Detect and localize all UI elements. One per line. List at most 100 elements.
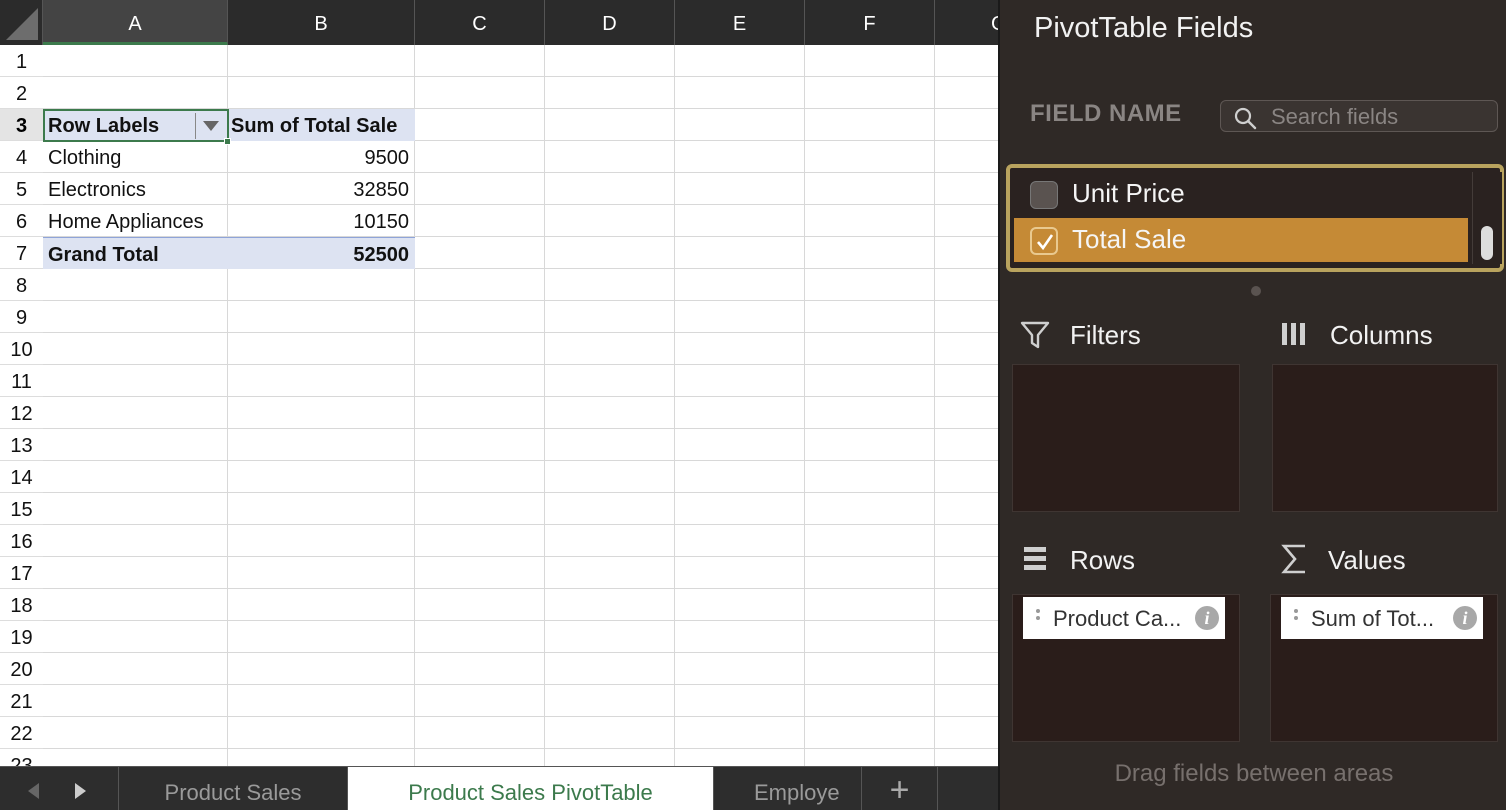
row-header[interactable]: 11 <box>0 365 43 397</box>
rows-icon <box>1024 547 1046 570</box>
tab-scroll-left-button[interactable] <box>22 779 46 803</box>
grid-row-line <box>43 588 998 589</box>
worksheet: A B C D E F G 12345678910111213141516171… <box>0 0 998 766</box>
row-header[interactable]: 3 <box>0 109 43 141</box>
column-header-c[interactable]: C <box>415 0 545 45</box>
row-header[interactable]: 18 <box>0 589 43 621</box>
field-label: Total Sale <box>1072 224 1187 254</box>
tab-product-sales-pivottable[interactable]: Product Sales PivotTable <box>348 767 714 810</box>
field-item-unit-price[interactable]: Unit Price <box>1014 172 1468 216</box>
values-field-pill[interactable]: Sum of Tot... i <box>1281 597 1483 639</box>
tab-product-sales[interactable]: Product Sales <box>118 767 348 810</box>
column-header-f[interactable]: F <box>805 0 935 45</box>
row-header[interactable]: 5 <box>0 173 43 205</box>
add-sheet-button[interactable]: + <box>862 767 938 810</box>
select-all-corner[interactable] <box>0 0 43 45</box>
pivot-grand-total-value[interactable]: 52500 <box>228 237 415 269</box>
pivot-row-label[interactable]: Electronics <box>43 173 228 205</box>
row-header[interactable]: 12 <box>0 397 43 429</box>
values-drop-area[interactable]: Sum of Tot... i <box>1270 594 1498 742</box>
row-header[interactable]: 7 <box>0 237 43 269</box>
grid-row-line <box>43 524 998 525</box>
pivot-row-value[interactable]: 10150 <box>228 205 415 237</box>
fill-handle[interactable] <box>224 138 231 145</box>
row-header[interactable]: 19 <box>0 621 43 653</box>
sigma-icon <box>1281 544 1305 574</box>
filters-drop-area[interactable] <box>1012 364 1240 512</box>
column-headers: A B C D E F G <box>43 0 998 45</box>
row-header[interactable]: 10 <box>0 333 43 365</box>
checkmark-icon <box>1037 234 1054 251</box>
column-header-e[interactable]: E <box>675 0 805 45</box>
row-header[interactable]: 9 <box>0 301 43 333</box>
row-header[interactable]: 2 <box>0 77 43 109</box>
row-header[interactable]: 21 <box>0 685 43 717</box>
row-header[interactable]: 15 <box>0 493 43 525</box>
drag-grip-icon[interactable] <box>1293 608 1299 626</box>
grid-row-line <box>43 332 998 333</box>
grid-row-line <box>43 396 998 397</box>
column-header-d[interactable]: D <box>545 0 675 45</box>
grid-row-line <box>43 620 998 621</box>
pivottable-fields-panel: PivotTable Fields FIELD NAME Unit Price … <box>998 0 1506 810</box>
values-field-label: Sum of Tot... <box>1311 606 1435 631</box>
excel-window: A B C D E F G 12345678910111213141516171… <box>0 0 1506 810</box>
rows-area-label: Rows <box>1070 545 1136 575</box>
pivot-row-value[interactable]: 9500 <box>228 141 415 173</box>
row-labels-filter-button[interactable] <box>195 113 225 139</box>
rows-field-label: Product Ca... <box>1053 606 1182 631</box>
rows-field-pill[interactable]: Product Ca... i <box>1023 597 1225 639</box>
panel-title: PivotTable Fields <box>1034 12 1254 44</box>
sheet-tab-bar: Product Sales Product Sales PivotTable E… <box>0 766 998 810</box>
info-icon[interactable]: i <box>1453 606 1477 630</box>
search-icon <box>1234 107 1257 130</box>
row-header[interactable]: 16 <box>0 525 43 557</box>
grid-row-line <box>43 76 998 77</box>
filter-dropdown-icon <box>203 121 219 131</box>
pivot-grand-total-label[interactable]: Grand Total <box>43 237 228 269</box>
grid-row-line <box>43 300 998 301</box>
chevron-left-icon <box>28 783 39 799</box>
scrollbar-thumb[interactable] <box>1481 226 1493 260</box>
row-header[interactable]: 20 <box>0 653 43 685</box>
row-header[interactable]: 14 <box>0 461 43 493</box>
row-header[interactable]: 8 <box>0 269 43 301</box>
column-header-b[interactable]: B <box>228 0 415 45</box>
row-header[interactable]: 1 <box>0 45 43 77</box>
columns-drop-area[interactable] <box>1272 364 1498 512</box>
pivot-row-label[interactable]: Clothing <box>43 141 228 173</box>
field-list-scrollbar[interactable] <box>1472 172 1502 264</box>
row-header[interactable]: 4 <box>0 141 43 173</box>
tab-scroll-right-button[interactable] <box>68 779 92 803</box>
grid-row-line <box>43 428 998 429</box>
column-header-a[interactable]: A <box>43 0 228 45</box>
grid-row-line <box>43 460 998 461</box>
row-header[interactable]: 13 <box>0 429 43 461</box>
row-header[interactable]: 6 <box>0 205 43 237</box>
pane-splitter-handle[interactable] <box>1251 286 1261 296</box>
drag-grip-icon[interactable] <box>1035 608 1041 626</box>
pivot-row-value[interactable]: 32850 <box>228 173 415 205</box>
row-header[interactable]: 17 <box>0 557 43 589</box>
row-header[interactable]: 23 <box>0 749 43 766</box>
field-item-total-sale[interactable]: Total Sale <box>1014 218 1468 262</box>
chevron-right-icon <box>75 783 86 799</box>
search-input[interactable] <box>1271 104 1491 130</box>
column-header-g[interactable]: G <box>935 0 998 45</box>
rows-drop-area[interactable]: Product Ca... i <box>1012 594 1240 742</box>
select-all-triangle-icon <box>6 8 38 40</box>
field-checkbox[interactable] <box>1030 181 1058 209</box>
field-list: Unit Price Total Sale <box>1006 164 1504 272</box>
grid-row-line <box>43 652 998 653</box>
grid-row-line <box>43 748 998 749</box>
grid-row-line <box>43 556 998 557</box>
info-icon[interactable]: i <box>1195 606 1219 630</box>
field-checkbox[interactable] <box>1030 227 1058 255</box>
search-box[interactable] <box>1220 100 1498 132</box>
pivot-row-label[interactable]: Home Appliances <box>43 205 228 237</box>
pivot-value-header[interactable]: Sum of Total Sale <box>228 109 415 141</box>
row-header[interactable]: 22 <box>0 717 43 749</box>
tab-employees[interactable]: Employe <box>714 767 862 810</box>
grid-row-line <box>43 364 998 365</box>
values-area-label: Values <box>1328 545 1406 575</box>
